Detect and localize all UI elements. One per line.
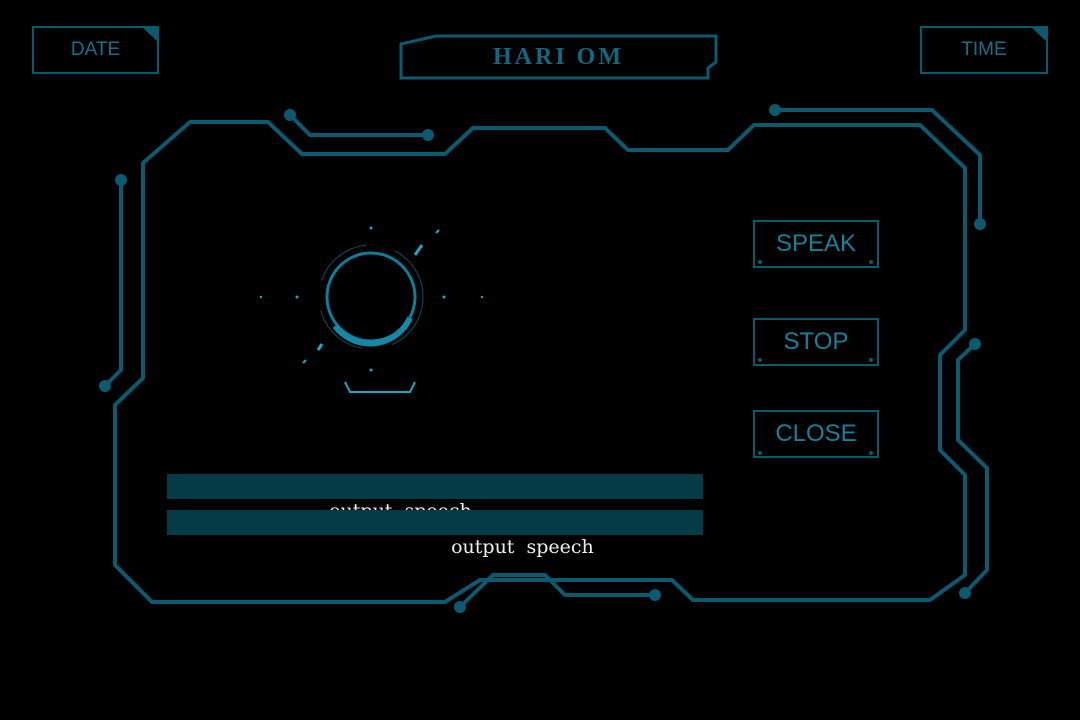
stop-button-label: STOP <box>783 328 849 355</box>
date-display: DATE <box>32 26 159 74</box>
app-title: HARI OM <box>401 36 716 78</box>
circuit-frame <box>99 26 1047 613</box>
hud-dial <box>302 229 440 393</box>
close-button-label: CLOSE <box>775 420 857 447</box>
stop-button[interactable]: STOP <box>753 318 879 366</box>
speak-button-label: SPEAK <box>775 230 857 257</box>
time-display: TIME <box>920 26 1048 74</box>
output-speech-text-2: output speech <box>451 536 594 558</box>
time-label: TIME <box>961 39 1007 60</box>
output-speech-line-1: output speech <box>167 474 703 522</box>
close-button[interactable]: CLOSE <box>753 410 879 458</box>
output-speech-line-2: output speech <box>167 510 703 558</box>
speak-button[interactable]: SPEAK <box>753 220 879 268</box>
date-label: DATE <box>70 39 121 60</box>
app-title-text: HARI OM <box>493 43 624 70</box>
